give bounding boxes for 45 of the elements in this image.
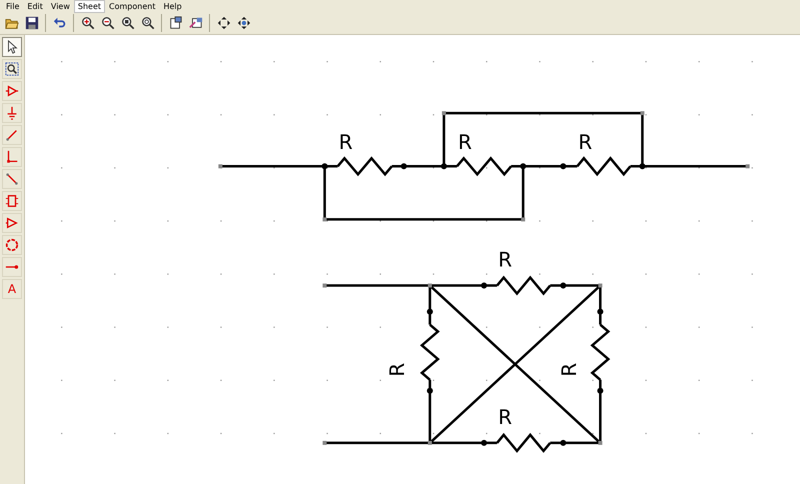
resistor-label: R — [498, 404, 512, 429]
pin-tool[interactable] — [2, 257, 22, 277]
resistor-label: R — [578, 130, 592, 154]
resistor-label: R — [458, 130, 472, 154]
move-center-icon — [236, 16, 250, 30]
corner-icon — [5, 150, 19, 164]
sheet-icon — [168, 16, 182, 30]
text-tool[interactable]: A — [2, 279, 22, 299]
zoom-in-icon — [80, 16, 94, 30]
resistor-label: R — [384, 362, 409, 377]
diagonal-tool[interactable] — [2, 169, 22, 189]
menu-item[interactable]: Sheet — [74, 0, 106, 12]
pointer-tool[interactable] — [2, 37, 22, 57]
circle-icon — [5, 238, 19, 252]
menu-item[interactable]: Component — [105, 0, 160, 12]
menu-item[interactable]: View — [46, 0, 74, 12]
resistor-label: R — [557, 362, 582, 377]
triangle-icon — [5, 216, 19, 230]
chip-icon — [5, 194, 19, 208]
zoom-select-icon — [5, 62, 19, 76]
diagonal-line-icon — [5, 172, 19, 186]
undo-icon — [52, 16, 66, 30]
corner-tool[interactable] — [2, 147, 22, 167]
resistor-label: R — [338, 130, 353, 154]
amplifier-tool[interactable] — [2, 81, 22, 101]
triangle-tool[interactable] — [2, 213, 22, 233]
wire-icon — [5, 128, 19, 142]
chip-tool[interactable] — [2, 191, 22, 211]
move-icon — [216, 16, 230, 30]
ground-icon — [5, 106, 19, 120]
menu-item[interactable]: Help — [159, 0, 186, 12]
amplifier-icon — [5, 84, 19, 98]
open-folder-icon — [4, 16, 18, 30]
zoom-select-tool[interactable] — [2, 59, 22, 79]
menu-item[interactable]: File — [2, 0, 24, 12]
zoom-out-icon — [100, 16, 114, 30]
menu-item[interactable]: Edit — [23, 0, 47, 12]
zoom-fit-icon — [120, 16, 134, 30]
pointer-icon — [5, 40, 19, 54]
circle-tool[interactable] — [2, 235, 22, 255]
ground-tool[interactable] — [2, 103, 22, 123]
zoom-page-icon — [140, 16, 154, 30]
resistor-label: R — [498, 248, 512, 272]
save-icon — [24, 16, 38, 30]
wire-tool[interactable] — [2, 125, 22, 145]
